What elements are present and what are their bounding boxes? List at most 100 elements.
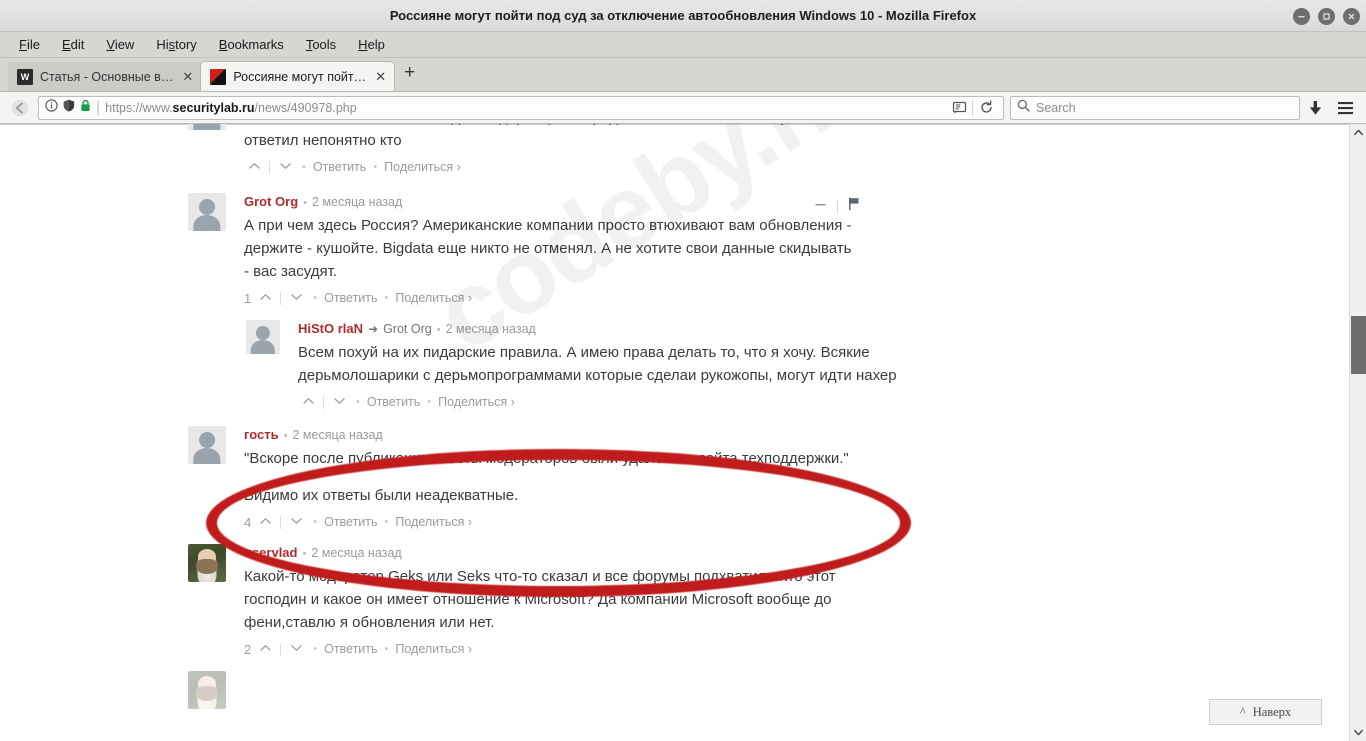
tab-close-icon[interactable]: ✕ [373,70,388,83]
comment-author[interactable] [244,671,248,689]
menu-bookmarks[interactable]: Bookmarks [208,34,295,55]
comment-header: Grot Org • 2 месяца назад [244,193,1340,212]
title-bar: Россияне могут пойти под суд за отключен… [0,0,1366,32]
search-input[interactable]: Search [1036,101,1076,115]
comment-timestamp: 2 месяца назад [445,322,536,336]
downvote-icon[interactable] [275,162,295,173]
menu-file[interactable]: File [8,34,51,55]
action-separator-dot: • [384,516,389,528]
scroll-up-arrow-icon[interactable] [1350,124,1366,141]
comment-timestamp: 2 месяца назад [292,428,383,442]
search-bar[interactable]: Search [1010,95,1300,120]
menu-edit[interactable]: Edit [51,34,95,55]
comment-body: HiStO rlaN ➜ Grot Org • 2 месяца назад В… [298,320,1340,412]
url-text: https://www.securitylab.ru/news/490978.p… [105,100,357,115]
avatar[interactable] [188,671,226,709]
vote-count: 4 [244,514,252,530]
share-link[interactable]: Поделиться › [384,160,461,174]
tools-divider [837,199,838,214]
comment-author[interactable]: uservlad [244,544,297,562]
share-link[interactable]: Поделиться › [395,515,472,529]
caret-up-icon: ^ [1239,704,1246,719]
new-tab-button[interactable]: + [394,63,425,86]
comment-timestamp: 2 месяца назад [311,546,402,560]
comment-author[interactable]: Grot Org [244,193,298,211]
share-link[interactable]: Поделиться › [395,291,472,305]
upvote-icon[interactable] [255,293,275,304]
comment-text: Всем похуй на их пидарские правила. А им… [298,341,908,387]
collapse-icon[interactable] [814,198,827,216]
back-to-top-label: Наверх [1252,704,1292,719]
web-page-content: codeby.net В Российской ветке ответили д… [0,124,1349,741]
downvote-icon[interactable] [286,644,306,655]
upvote-icon[interactable] [255,644,275,655]
comment-header: HiStO rlaN ➜ Grot Org • 2 месяца назад [298,320,1340,339]
reply-link[interactable]: Ответить [367,395,420,409]
page-viewport: codeby.net В Российской ветке ответили д… [0,124,1366,741]
avatar[interactable] [188,193,226,231]
comment-author[interactable]: HiStO rlaN [298,320,363,338]
url-bar[interactable]: | https://www.securitylab.ru/news/490978… [38,95,1004,120]
avatar[interactable] [188,426,226,464]
action-separator-dot: • [384,292,389,304]
comment-paragraph: В Российской ветке ответили два модерато… [244,124,813,149]
hamburger-menu-icon[interactable] [1330,95,1360,121]
vertical-scrollbar[interactable] [1349,124,1366,741]
scrollbar-thumb[interactable] [1351,316,1366,374]
comment-author[interactable]: гость [244,426,279,444]
maximize-button[interactable] [1318,7,1335,25]
avatar[interactable] [188,124,226,130]
default-avatar-icon [188,426,226,464]
reply-target-author[interactable]: Grot Org [383,320,432,338]
header-separator-dot: • [283,430,288,442]
info-icon[interactable] [45,98,58,117]
minimize-button[interactable] [1293,7,1310,25]
shield-icon[interactable] [63,99,75,117]
reply-link[interactable]: Ответить [324,642,377,656]
header-separator-dot: • [303,197,308,209]
downvote-icon[interactable] [286,517,306,528]
back-to-top-button[interactable]: ^ Наверх [1209,699,1322,725]
flag-icon[interactable] [848,197,860,216]
comment-header: гость • 2 месяца назад [244,426,1340,445]
tab-securitylab-news[interactable]: Россияне могут пойт… ✕ [201,62,395,91]
comment-text: "Вскоре после публикации ответы модерато… [244,447,854,507]
tab-close-icon[interactable]: ✕ [180,70,195,83]
menu-tools[interactable]: Tools [295,34,347,55]
back-arrow-icon[interactable] [6,95,34,121]
default-avatar-icon [188,124,226,130]
default-avatar-icon [246,320,280,354]
comment-tools [814,197,860,216]
comment-actions: 1 • Ответить • Поделиться › [244,288,1340,308]
close-button[interactable] [1343,7,1360,25]
menu-history[interactable]: History [145,34,207,55]
downvote-icon[interactable] [286,293,306,304]
share-link[interactable]: Поделиться › [438,395,515,409]
reply-link[interactable]: Ответить [324,515,377,529]
menu-help[interactable]: Help [347,34,396,55]
upvote-icon[interactable] [255,517,275,528]
action-divider [280,515,282,529]
share-link[interactable]: Поделиться › [395,642,472,656]
comment-body [244,671,1340,709]
search-icon [1017,99,1030,117]
reply-link[interactable]: Ответить [324,291,377,305]
scroll-down-arrow-icon[interactable] [1350,724,1366,741]
reload-icon[interactable] [973,97,999,119]
securitylab-favicon-icon [210,68,227,85]
upvote-icon[interactable] [244,162,264,173]
comment-text: А при чем здесь Россия? Американские ком… [244,214,854,283]
downvote-icon[interactable] [329,397,349,408]
avatar[interactable] [188,544,226,582]
action-divider [280,291,282,305]
downloads-arrow-icon[interactable] [1300,95,1330,121]
tab-wikipedia-article[interactable]: W Статья - Основные в… ✕ [8,62,202,91]
menu-view[interactable]: View [95,34,145,55]
padlock-icon[interactable] [80,99,91,117]
reader-mode-icon[interactable] [946,97,972,119]
avatar[interactable] [246,320,280,354]
comment-actions: • Ответить • Поделиться › [298,392,1340,412]
reply-link[interactable]: Ответить [313,160,366,174]
upvote-icon[interactable] [298,397,318,408]
comment-item: гость • 2 месяца назад "Вскоре после пуб… [188,426,1340,532]
